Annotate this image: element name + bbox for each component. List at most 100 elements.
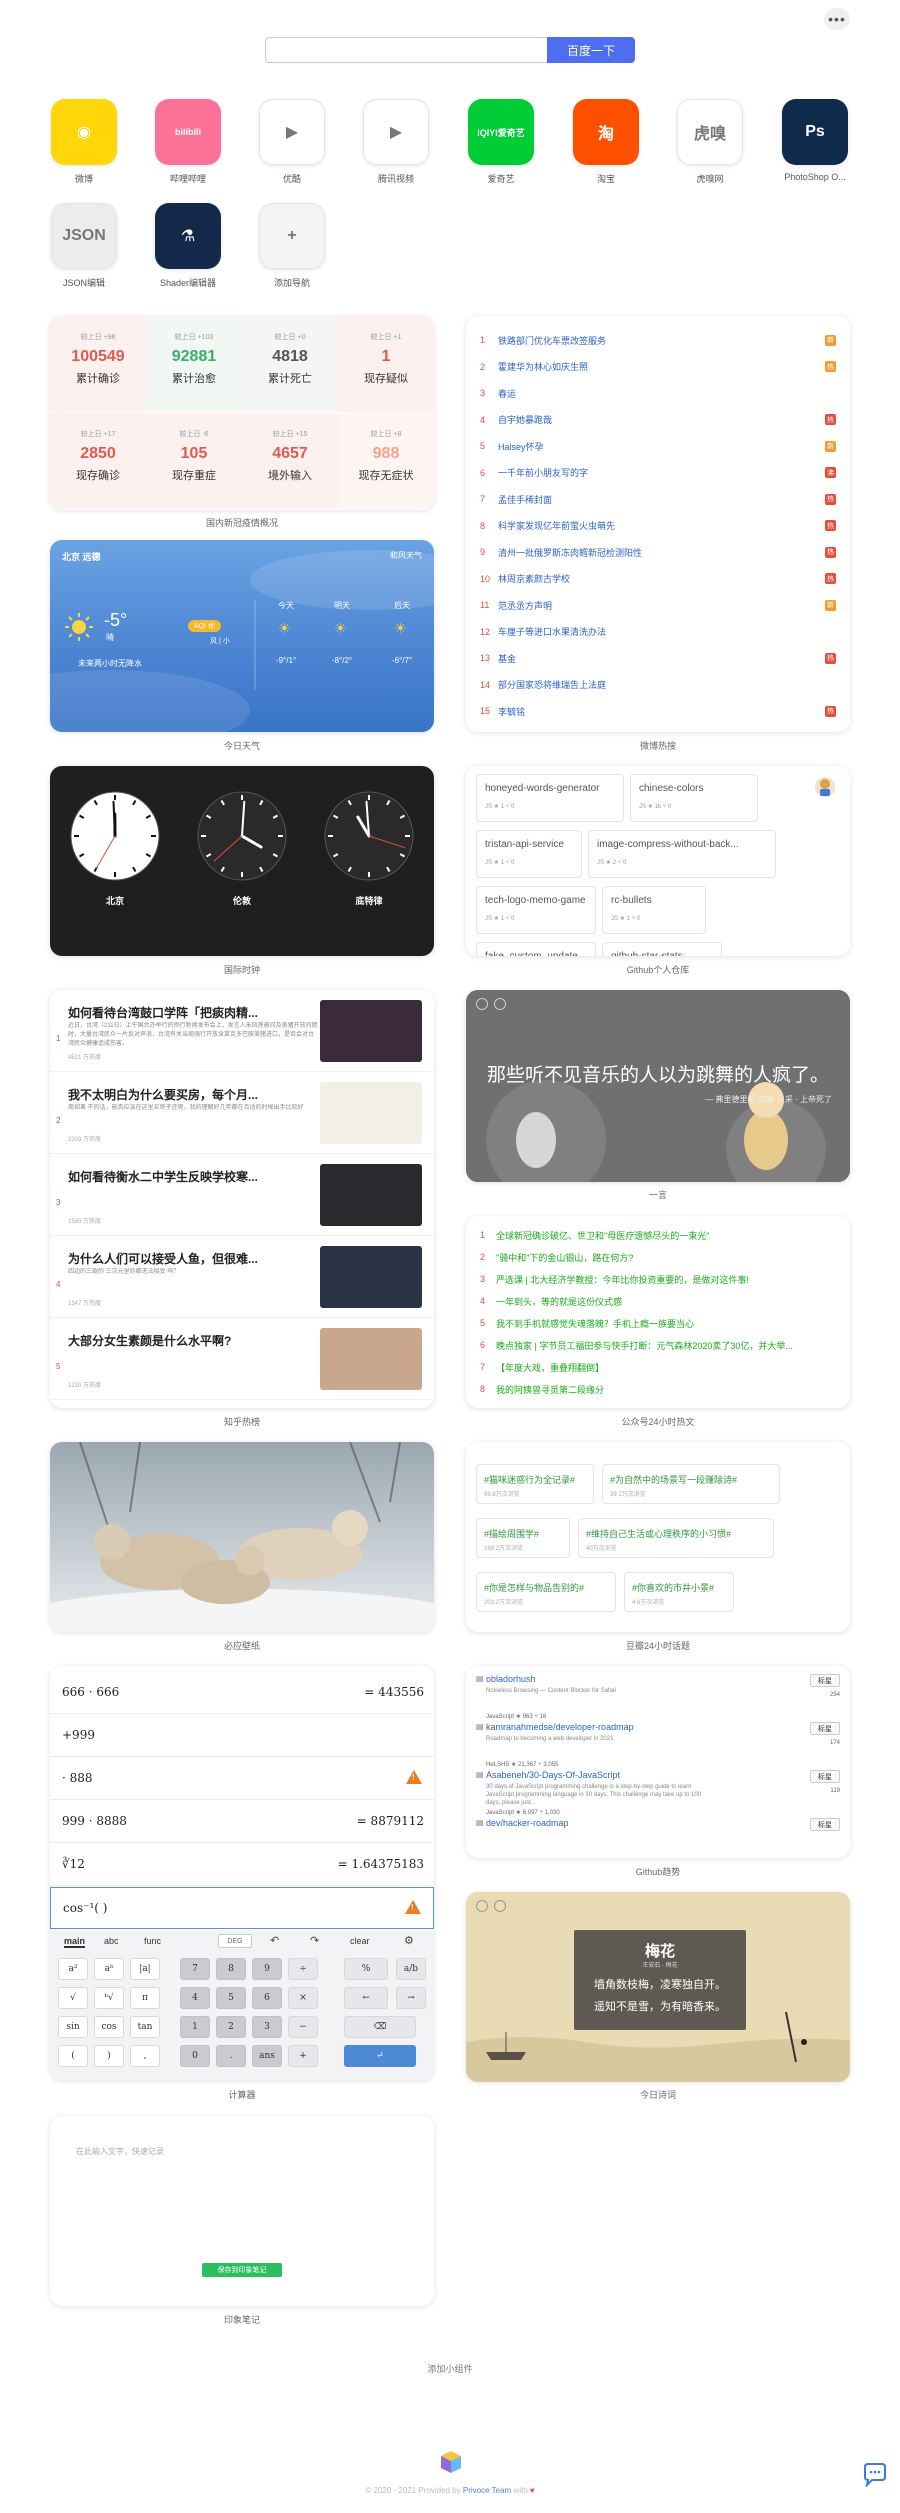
- app-huxiu[interactable]: 虎嗅 虎嗅网: [668, 99, 752, 185]
- calc-key[interactable]: 4: [180, 1987, 210, 2009]
- wallpaper-card[interactable]: [50, 1442, 434, 1632]
- zhihu-hot-item[interactable]: 2 我不太明白为什么要买房，每个月... 周如果 不的话，能否应该在这里买房子还呢，…: [50, 1072, 434, 1154]
- note-save-button[interactable]: 保存到印象笔记: [202, 2263, 282, 2277]
- calc-key[interactable]: ⌫: [344, 2016, 416, 2038]
- weibo-hot-item[interactable]: 8 科学家发现亿年前萤火虫萌先 热: [480, 516, 836, 536]
- weibo-hot-item[interactable]: 15 李毓铭 热: [480, 701, 836, 721]
- calc-key[interactable]: π: [130, 1987, 160, 2009]
- wechat-article-item[interactable]: 3 严选课 | 北大经济学教授：今年比你投资重要的，是做对这件事!: [480, 1268, 840, 1290]
- calc-key[interactable]: ↵: [344, 2045, 416, 2067]
- app-shader-editor[interactable]: ⚗ Shader编辑器: [146, 203, 230, 289]
- note-input[interactable]: 在此输入文字，快速记录: [76, 2146, 406, 2157]
- calc-deg-toggle[interactable]: DEG: [218, 1934, 252, 1948]
- wechat-article-item[interactable]: 5 我不到手机就感觉失魂落魄？手机上瘾一族要当心: [480, 1312, 840, 1334]
- app-add-nav[interactable]: + 添加导航: [250, 203, 334, 289]
- calc-key[interactable]: 3: [252, 2016, 282, 2038]
- calc-key[interactable]: ans: [252, 2045, 282, 2067]
- trending-repo[interactable]: ▤ Asabeneh/30-Days-Of-JavaScript 30 days o…: [476, 1770, 840, 1820]
- poem-control-2[interactable]: [494, 1900, 506, 1912]
- calc-key[interactable]: .: [216, 2045, 246, 2067]
- add-widget-link[interactable]: 添加小组件: [0, 2362, 900, 2375]
- app-youku[interactable]: ▶ 优酷: [250, 99, 334, 185]
- calc-key[interactable]: sin: [58, 2016, 88, 2038]
- trending-repo-name[interactable]: dev/hacker-roadmap: [486, 1818, 569, 1828]
- chat-bubble-icon[interactable]: [862, 2463, 888, 2487]
- weibo-hot-item[interactable]: 9 清州一批俄罗斯冻肉鳕新冠检测阳性 热: [480, 542, 836, 562]
- trending-repo-name[interactable]: Asabeneh/30-Days-Of-JavaScript: [486, 1770, 620, 1780]
- douban-topic-chip[interactable]: #描绘周围学# 169.2万次浏览: [476, 1518, 570, 1558]
- calc-key[interactable]: 6: [252, 1987, 282, 2009]
- calc-key[interactable]: ): [94, 2045, 124, 2067]
- app-photoshop[interactable]: Ps PhotoShop O...: [773, 99, 857, 182]
- douban-topic-chip[interactable]: #猫咪迷惑行为全记录# 99.8万次浏览: [476, 1464, 594, 1504]
- calc-key[interactable]: ←: [344, 1987, 388, 2009]
- calc-key[interactable]: |a|: [130, 1958, 160, 1980]
- warning-icon[interactable]: !: [405, 1900, 421, 1914]
- weibo-hot-item[interactable]: 4 自宇她暴跑哉 热: [480, 410, 836, 430]
- weather-card[interactable]: 北京 远德 和风天气 -5° 晴 AQI 优 风 | 小 未来两小时无降水 今天…: [50, 540, 434, 732]
- calc-expression-line[interactable]: 999 · 8888 = 8879112: [50, 1801, 434, 1843]
- repo-chip[interactable]: image-compress-without-back... JS ★ 2 ⑂ 0: [588, 830, 776, 878]
- search-button[interactable]: 百度一下: [547, 37, 635, 63]
- weibo-hot-item[interactable]: 12 车厘子等进口水果清洗办法: [480, 622, 836, 642]
- undo-icon[interactable]: ↶: [270, 1934, 279, 1947]
- calc-key[interactable]: (: [58, 2045, 88, 2067]
- calc-key[interactable]: →: [396, 1987, 426, 2009]
- weibo-hot-item[interactable]: 5 Halsey怀孕 新: [480, 436, 836, 456]
- quote-control-2[interactable]: [494, 998, 506, 1010]
- calc-expression-line[interactable]: ∛12 = 1.64375183: [50, 1844, 434, 1886]
- calc-key[interactable]: 5: [216, 1987, 246, 2009]
- weibo-hot-item[interactable]: 13 基金 热: [480, 648, 836, 668]
- app-iqiyi[interactable]: iQIYI爱奇艺 爱奇艺: [459, 99, 543, 185]
- wechat-article-item[interactable]: 6 晚点独家 | 字节员工福田参与快手打断：元气森林2020卖了30亿，并大举..…: [480, 1334, 840, 1356]
- trending-repo[interactable]: ▤ obladorhush Noiseless Browsing — Content…: [476, 1674, 840, 1724]
- trending-repo-name[interactable]: obladorhush: [486, 1674, 536, 1684]
- repo-chip[interactable]: chinese-colors JS ★ 1k ⑂ 0: [630, 774, 758, 822]
- calc-clear-button[interactable]: clear: [350, 1936, 370, 1946]
- calc-key[interactable]: ,: [130, 2045, 160, 2067]
- calc-key[interactable]: 8: [216, 1958, 246, 1980]
- app-taobao[interactable]: 淘淘宝: [564, 99, 648, 185]
- weibo-hot-item[interactable]: 10 林周京素颜古学校 热: [480, 569, 836, 589]
- weibo-hot-item[interactable]: 3 春运: [480, 383, 836, 403]
- zhihu-hot-item[interactable]: 1 如何看待台湾鼓口学阵「把痰肉精... 近日，台湾（211日）上午国台办举行的例行…: [50, 990, 434, 1072]
- calc-key[interactable]: aᵇ: [94, 1958, 124, 1980]
- weibo-hot-item[interactable]: 6 一千年前小朋友写的字 沸: [480, 463, 836, 483]
- calc-expression-line[interactable]: 666 · 666 = 443556: [50, 1672, 434, 1714]
- octocat-avatar-icon[interactable]: [814, 776, 836, 798]
- app-tencent-video[interactable]: ▶ 腾讯视频: [354, 99, 438, 185]
- calc-key[interactable]: %: [344, 1958, 388, 1980]
- weibo-hot-item[interactable]: 7 孟佳手稀封面 热: [480, 489, 836, 509]
- douban-topic-chip[interactable]: #维持自己生活或心理秩序的小习惯# 40万次浏览: [578, 1518, 774, 1558]
- settings-wrench-icon[interactable]: ⚙: [404, 1934, 414, 1947]
- calc-key[interactable]: √: [58, 1987, 88, 2009]
- wechat-article-item[interactable]: 2 "骑中和"下的金山银山，路在何方?: [480, 1246, 840, 1268]
- poem-control-1[interactable]: [476, 1900, 488, 1912]
- calc-key[interactable]: a/b: [396, 1958, 426, 1980]
- app-bilibili[interactable]: bilibili 哔哩哔哩: [146, 99, 230, 185]
- zhihu-hot-item[interactable]: 4 为什么人们可以接受人鱼，但很难... 四边的三腿的 三次元里的都无法接受 吗？ 1…: [50, 1236, 434, 1318]
- covid-card[interactable]: 较上日 +98 100549 累计确诊 较上日 +103 92881 累计治愈 较上日 +0…: [50, 316, 434, 510]
- wechat-article-item[interactable]: 1 全球新冠确诊破亿、世卫和"母医疗遗憾尽头的一束光": [480, 1224, 840, 1246]
- app-json-editor[interactable]: JSON JSON编辑: [42, 203, 126, 289]
- trending-repo-name[interactable]: kamranahmedse/developer-roadmap: [486, 1722, 634, 1732]
- calc-key[interactable]: 2: [216, 2016, 246, 2038]
- weibo-hot-item[interactable]: 14 部分国家恐将维瑞告上法庭: [480, 675, 836, 695]
- wechat-article-item[interactable]: 7 【年度大戏，重叠翔翻倒】: [480, 1356, 840, 1378]
- douban-topic-chip[interactable]: #为自然中的场景写一段赚除诗# 39.1万次浏览: [602, 1464, 780, 1504]
- douban-topic-chip[interactable]: #你是怎样与物品告别的# 203.2万次浏览: [476, 1572, 616, 1612]
- star-button[interactable]: 标星: [810, 1770, 840, 1783]
- repo-chip[interactable]: github-star-stats: [602, 942, 722, 956]
- weibo-hot-item[interactable]: 11 范丞丞方声明 新: [480, 595, 836, 615]
- star-button[interactable]: 标星: [810, 1674, 840, 1687]
- search-input[interactable]: [265, 37, 547, 63]
- calc-key[interactable]: tan: [130, 2016, 160, 2038]
- calc-key[interactable]: 0: [180, 2045, 210, 2067]
- star-button[interactable]: 标星: [810, 1722, 840, 1735]
- zhihu-hot-item[interactable]: 5 大部分女生素颜是什么水平啊? 1210 万热度: [50, 1318, 434, 1400]
- star-button[interactable]: 标星: [810, 1818, 840, 1831]
- calc-tab-func[interactable]: func: [144, 1936, 161, 1946]
- more-menu-button[interactable]: •••: [824, 8, 850, 30]
- calc-expression-line[interactable]: · 888!: [50, 1758, 434, 1800]
- repo-chip[interactable]: rc-bullets JS ★ 1 ⑂ 0: [602, 886, 706, 934]
